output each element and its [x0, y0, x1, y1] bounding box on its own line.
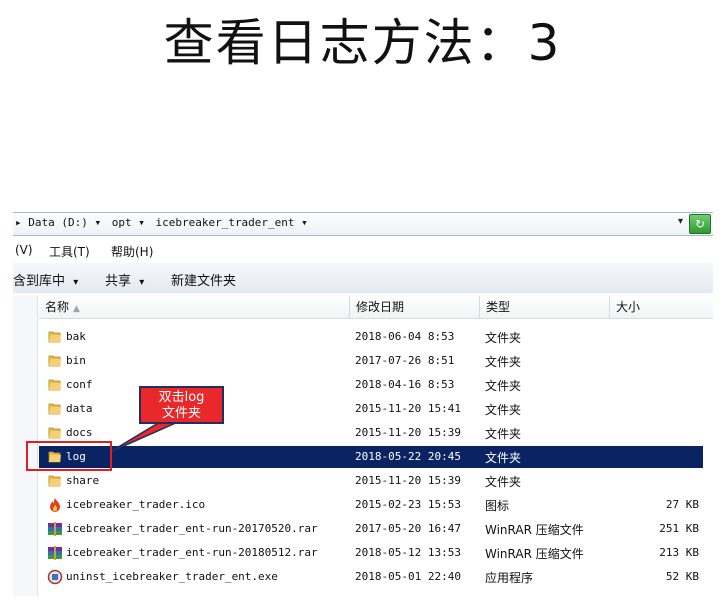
callout-line-1: 双击log	[158, 390, 205, 405]
winrar-icon	[47, 521, 63, 537]
file-date: 2018-05-01 22:40	[355, 570, 461, 583]
share-button[interactable]: 共享 ▾	[105, 270, 144, 289]
file-date: 2018-05-12 13:53	[355, 546, 461, 559]
file-type: 文件夹	[485, 403, 522, 417]
file-date: 2015-11-20 15:41	[355, 402, 461, 415]
file-type: 文件夹	[485, 451, 522, 465]
refresh-icon[interactable]: ↻	[689, 214, 711, 234]
column-type[interactable]: 类型	[480, 296, 610, 318]
file-type: 应用程序	[485, 571, 534, 585]
file-row-icebreaker-trader-ico[interactable]: icebreaker_trader.ico 2015-02-23 15:53 图标 2…	[39, 494, 703, 516]
breadcrumb-folder[interactable]: icebreaker_trader_ent ▾	[155, 216, 307, 229]
column-modified[interactable]: 修改日期	[350, 296, 480, 318]
file-size: 213 KB	[659, 546, 699, 559]
folder-icon	[47, 329, 63, 345]
file-type: WinRAR 压缩文件	[485, 547, 584, 561]
folder-icon	[47, 473, 63, 489]
file-row-bin[interactable]: bin 2017-07-26 8:51 文件夹	[39, 350, 703, 372]
file-name: bak	[66, 330, 86, 343]
file-name: data	[66, 402, 93, 415]
column-name[interactable]: 名称 ▲	[39, 296, 350, 318]
file-name: icebreaker_trader_ent-run-20180512.rar	[66, 546, 318, 559]
menu-tools[interactable]: 工具(T)	[49, 243, 90, 260]
file-name: icebreaker_trader_ent-run-20170520.rar	[66, 522, 318, 535]
chevron-down-icon: ▾	[139, 277, 145, 288]
file-date: 2015-11-20 15:39	[355, 474, 461, 487]
file-date: 2018-05-22 20:45	[355, 450, 461, 463]
file-name: uninst_icebreaker_trader_ent.exe	[66, 570, 278, 583]
file-name: docs	[66, 426, 93, 439]
include-library-button[interactable]: 含到库中 ▾	[13, 270, 78, 289]
menu-help[interactable]: 帮助(H)	[111, 243, 153, 260]
folder-icon	[47, 425, 63, 441]
file-date: 2017-07-26 8:51	[355, 354, 455, 367]
file-date: 2018-04-16 8:53	[355, 378, 455, 391]
menu-view[interactable]: (V)	[15, 243, 33, 257]
file-row-bak[interactable]: bak 2018-06-04 8:53 文件夹	[39, 326, 703, 348]
file-row-uninst-icebreaker-trader-ent-exe[interactable]: uninst_icebreaker_trader_ent.exe 2018-05-…	[39, 566, 703, 588]
address-dropdown-icon[interactable]: ▾	[678, 216, 683, 227]
file-type: 文件夹	[485, 475, 522, 489]
folder-icon	[47, 377, 63, 393]
file-type: 文件夹	[485, 379, 522, 393]
winrar-icon	[47, 545, 63, 561]
column-header: 名称 ▲ 修改日期 类型 大小	[39, 296, 713, 319]
callout-box: 双击log 文件夹	[139, 386, 224, 424]
column-size-label: 大小	[616, 300, 641, 314]
file-date: 2018-06-04 8:53	[355, 330, 455, 343]
file-row-icebreaker-trader-ent-run-20180512-rar[interactable]: icebreaker_trader_ent-run-20180512.rar 20…	[39, 542, 703, 564]
file-size: 52 KB	[665, 570, 699, 583]
file-row-share[interactable]: share 2015-11-20 15:39 文件夹	[39, 470, 703, 492]
file-type: WinRAR 压缩文件	[485, 523, 584, 537]
file-type: 图标	[485, 499, 510, 513]
installer-icon	[47, 569, 63, 585]
file-name: bin	[66, 354, 86, 367]
breadcrumb-opt[interactable]: opt ▾	[112, 216, 145, 229]
file-date: 2017-05-20 16:47	[355, 522, 461, 535]
share-label: 共享	[105, 274, 132, 289]
include-library-label: 含到库中	[13, 274, 66, 289]
folder-icon	[47, 401, 63, 417]
column-size[interactable]: 大小	[610, 296, 713, 318]
file-type: 文件夹	[485, 355, 522, 369]
file-row-docs[interactable]: docs 2015-11-20 15:39 文件夹	[39, 422, 703, 444]
file-type: 文件夹	[485, 331, 522, 345]
column-type-label: 类型	[486, 300, 511, 314]
file-name: conf	[66, 378, 93, 391]
sort-up-icon: ▲	[73, 304, 80, 314]
address-bar[interactable]: ▸ Data (D:) ▾ opt ▾ icebreaker_trader_en…	[13, 212, 713, 236]
explorer-window: ▸ Data (D:) ▾ opt ▾ icebreaker_trader_en…	[13, 208, 713, 604]
file-name: share	[66, 474, 100, 487]
breadcrumb: ▸ Data (D:) ▾ opt ▾ icebreaker_trader_en…	[15, 216, 312, 229]
file-row-icebreaker-trader-ent-run-20170520-rar[interactable]: icebreaker_trader_ent-run-20170520.rar 20…	[39, 518, 703, 540]
file-name: icebreaker_trader.ico	[66, 498, 206, 511]
file-type: 文件夹	[485, 427, 522, 441]
chevron-down-icon: ▾	[73, 277, 79, 288]
file-date: 2015-11-20 15:39	[355, 426, 461, 439]
callout-line-2: 文件夹	[161, 406, 201, 421]
flame-icon	[47, 497, 63, 513]
new-folder-button[interactable]: 新建文件夹	[171, 270, 236, 289]
menu-bar: (V) 工具(T) 帮助(H)	[13, 241, 713, 261]
command-bar: 含到库中 ▾ 共享 ▾ 新建文件夹	[13, 263, 713, 293]
column-name-label: 名称	[45, 300, 70, 314]
column-modified-label: 修改日期	[356, 300, 405, 314]
file-size: 27 KB	[665, 498, 699, 511]
folder-icon	[47, 353, 63, 369]
file-date: 2015-02-23 15:53	[355, 498, 461, 511]
file-size: 251 KB	[659, 522, 699, 535]
file-row-log[interactable]: log 2018-05-22 20:45 文件夹	[39, 446, 703, 468]
breadcrumb-drive[interactable]: ▸ Data (D:) ▾	[15, 216, 101, 229]
slide-title: 查看日志方法：3	[163, 14, 562, 72]
log-highlight-box	[26, 441, 112, 471]
